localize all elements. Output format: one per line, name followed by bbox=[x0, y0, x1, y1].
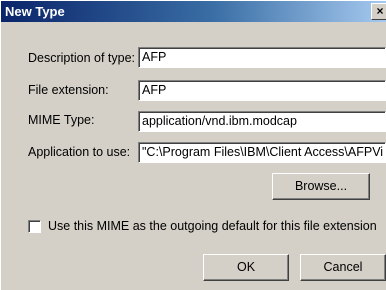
outgoing-default-checkbox[interactable] bbox=[28, 220, 41, 233]
close-button[interactable]: × bbox=[371, 3, 386, 20]
ok-button[interactable]: OK bbox=[203, 254, 289, 281]
title-bar[interactable]: New Type × bbox=[1, 1, 386, 22]
dialog-title: New Type bbox=[5, 4, 65, 19]
mime-type-label: MIME Type: bbox=[28, 113, 95, 127]
close-icon: × bbox=[376, 4, 384, 18]
description-input[interactable]: AFP bbox=[138, 47, 386, 68]
extension-label: File extension: bbox=[28, 83, 109, 97]
outgoing-default-label[interactable]: Use this MIME as the outgoing default fo… bbox=[48, 219, 377, 234]
cancel-button[interactable]: Cancel bbox=[300, 254, 386, 281]
extension-input[interactable]: AFP bbox=[138, 80, 386, 101]
application-label: Application to use: bbox=[28, 145, 131, 159]
mime-type-input[interactable]: application/vnd.ibm.modcap bbox=[138, 111, 386, 132]
browse-button[interactable]: Browse... bbox=[272, 173, 370, 200]
application-input[interactable]: "C:\Program Files\IBM\Client Access\AFPV… bbox=[138, 142, 386, 163]
description-label: Description of type: bbox=[28, 51, 135, 65]
new-type-dialog: New Type × Description of type: AFP File… bbox=[0, 0, 386, 290]
